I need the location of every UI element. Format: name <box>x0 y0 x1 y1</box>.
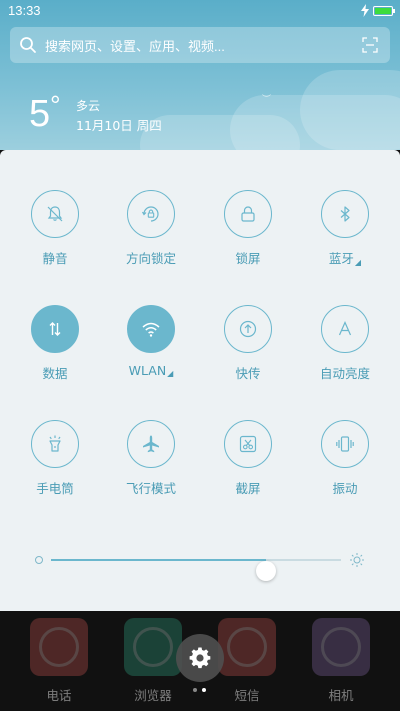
dock-app-phone[interactable] <box>30 618 88 676</box>
toggle-label: 截屏 <box>235 481 261 496</box>
charging-icon <box>361 4 369 17</box>
bluetooth-icon <box>340 206 350 222</box>
toggle-circle <box>321 305 369 353</box>
toggle-label: 方向锁定 <box>125 251 176 266</box>
toggle-screenshot[interactable]: 截屏 <box>203 420 293 510</box>
toggle-circle <box>224 305 272 353</box>
dock-label: 电话 <box>46 688 72 703</box>
toggle-circle <box>127 420 175 468</box>
toggle-label: 振动 <box>332 481 358 496</box>
menu-corner-icon: ◢ <box>354 258 362 267</box>
dock-app-messages[interactable] <box>218 618 276 676</box>
wifi-icon <box>142 322 160 337</box>
brightness-thumb[interactable] <box>256 561 276 581</box>
toggle-airplane-mode[interactable]: 飞行模式 <box>106 420 196 510</box>
quick-settings-panel: 静音 方向锁定 锁屏 蓝牙◢ 数据 WLAN◢ 快传 自动亮度 手电筒 飞行模式… <box>0 150 400 611</box>
toggle-label: 静音 <box>42 251 68 266</box>
toggle-label: 蓝牙◢ <box>328 251 362 267</box>
weather-condition: 多云 <box>76 99 101 113</box>
toggle-lock-screen[interactable]: 锁屏 <box>203 190 293 280</box>
bell-off-icon <box>47 206 63 222</box>
flashlight-icon <box>49 435 61 452</box>
toggle-circle <box>31 420 79 468</box>
search-icon <box>20 37 36 53</box>
dock-app-browser[interactable] <box>124 618 182 676</box>
toggle-bluetooth[interactable]: 蓝牙◢ <box>300 190 390 280</box>
weather-date: 11月10日 周四 <box>76 118 162 133</box>
search-bar[interactable]: 搜索网页、设置、应用、视频... <box>10 27 390 63</box>
brightness-high-icon <box>350 553 364 567</box>
toggle-label: 手电筒 <box>36 481 74 496</box>
data-arrows-icon <box>49 322 61 336</box>
bird-decoration: ︶ <box>262 95 272 105</box>
toggle-rotation-lock[interactable]: 方向锁定 <box>106 190 196 280</box>
toggle-label: 快传 <box>235 366 261 381</box>
toggle-vibrate[interactable]: 振动 <box>300 420 390 510</box>
status-time: 13:33 <box>8 3 41 18</box>
page-indicator <box>193 688 209 694</box>
toggle-mobile-data[interactable]: 数据 <box>10 305 100 395</box>
dock-label: 短信 <box>234 688 260 703</box>
brightness-slider[interactable] <box>30 548 370 581</box>
settings-button[interactable] <box>176 634 224 682</box>
gear-icon <box>189 647 211 669</box>
toggle-circle <box>127 305 175 353</box>
toggle-auto-brightness[interactable]: 自动亮度 <box>300 305 390 395</box>
page-dot <box>193 688 197 692</box>
search-placeholder: 搜索网页、设置、应用、视频... <box>45 39 225 54</box>
auto-brightness-icon <box>338 321 352 336</box>
toggle-circle <box>31 190 79 238</box>
message-icon <box>227 627 267 667</box>
toggle-mute[interactable]: 静音 <box>10 190 100 280</box>
dock-app-camera[interactable] <box>312 618 370 676</box>
brightness-track-fill <box>51 559 266 561</box>
rotation-lock-icon <box>141 206 159 222</box>
brightness-track[interactable] <box>51 559 341 581</box>
page-dot-active <box>202 688 206 692</box>
status-bar: 13:33 <box>0 0 400 22</box>
toggle-quick-transfer[interactable]: 快传 <box>203 305 293 395</box>
toggle-circle <box>31 305 79 353</box>
scan-icon[interactable] <box>362 37 378 53</box>
weather-header: ︶ 13:33 搜索网页、设置、应用、视频... 5° 多云 11月10日 周四 <box>0 0 400 150</box>
toggle-label: 数据 <box>42 366 68 381</box>
toggle-label: WLAN◢ <box>128 363 174 378</box>
phone-icon <box>39 627 79 667</box>
temperature: 5° <box>29 90 61 135</box>
toggle-circle <box>224 420 272 468</box>
camera-icon <box>321 627 361 667</box>
toggle-circle <box>321 420 369 468</box>
toggle-label: 自动亮度 <box>319 366 370 381</box>
toggle-circle <box>127 190 175 238</box>
dock-label: 相机 <box>328 688 354 703</box>
battery-icon <box>373 6 395 16</box>
toggle-circle <box>321 190 369 238</box>
toggle-flashlight[interactable]: 手电筒 <box>10 420 100 510</box>
brightness-low-icon <box>35 556 43 564</box>
menu-corner-icon: ◢ <box>167 369 174 378</box>
dock-label: 浏览器 <box>134 688 172 703</box>
quick-transfer-icon <box>239 320 257 338</box>
screenshot-icon <box>239 435 257 453</box>
toggle-label: 飞行模式 <box>125 481 176 496</box>
globe-icon <box>133 627 173 667</box>
cloud-decoration <box>300 70 400 150</box>
toggle-wlan[interactable]: WLAN◢ <box>106 305 196 395</box>
lock-icon <box>241 206 255 222</box>
toggle-label: 锁屏 <box>235 251 261 266</box>
toggle-circle <box>224 190 272 238</box>
airplane-icon <box>143 435 159 453</box>
vibrate-icon <box>336 436 354 452</box>
